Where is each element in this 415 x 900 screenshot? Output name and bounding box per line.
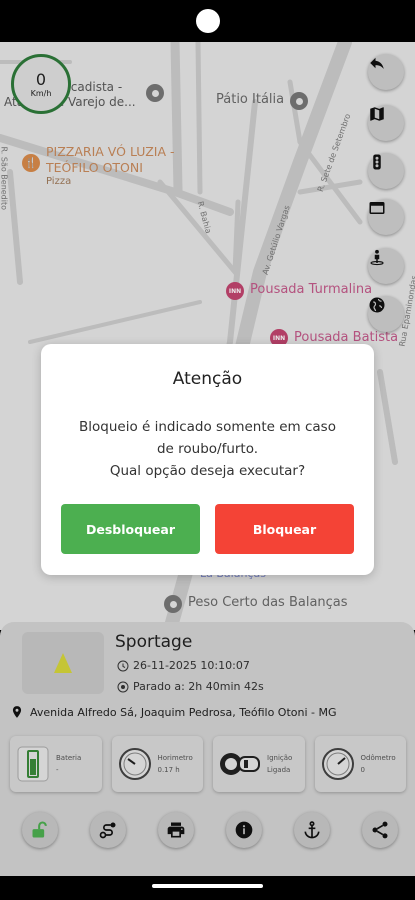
status-bar [0,0,415,42]
front-camera [196,9,220,33]
home-indicator[interactable] [152,884,263,888]
system-nav-bar [0,876,415,900]
dialog-title: Atenção [172,369,243,389]
dialog-message-line: de roubo/furto. [156,441,259,457]
lock-confirm-button[interactable]: Bloquear [215,504,354,554]
dialog-message-line: Bloqueio é indicado somente em caso [79,419,336,435]
unlock-confirm-button[interactable]: Desbloquear [61,504,200,554]
dialog-message-line: Qual opção deseja executar? [109,463,306,479]
app-screen: ...acadista - Atacado e Varejo de... Pát… [0,0,415,900]
dialog-message: Bloqueio é indicado somente em caso de r… [61,416,354,482]
block-confirm-dialog: Atenção Bloqueio é indicado somente em c… [41,344,374,575]
